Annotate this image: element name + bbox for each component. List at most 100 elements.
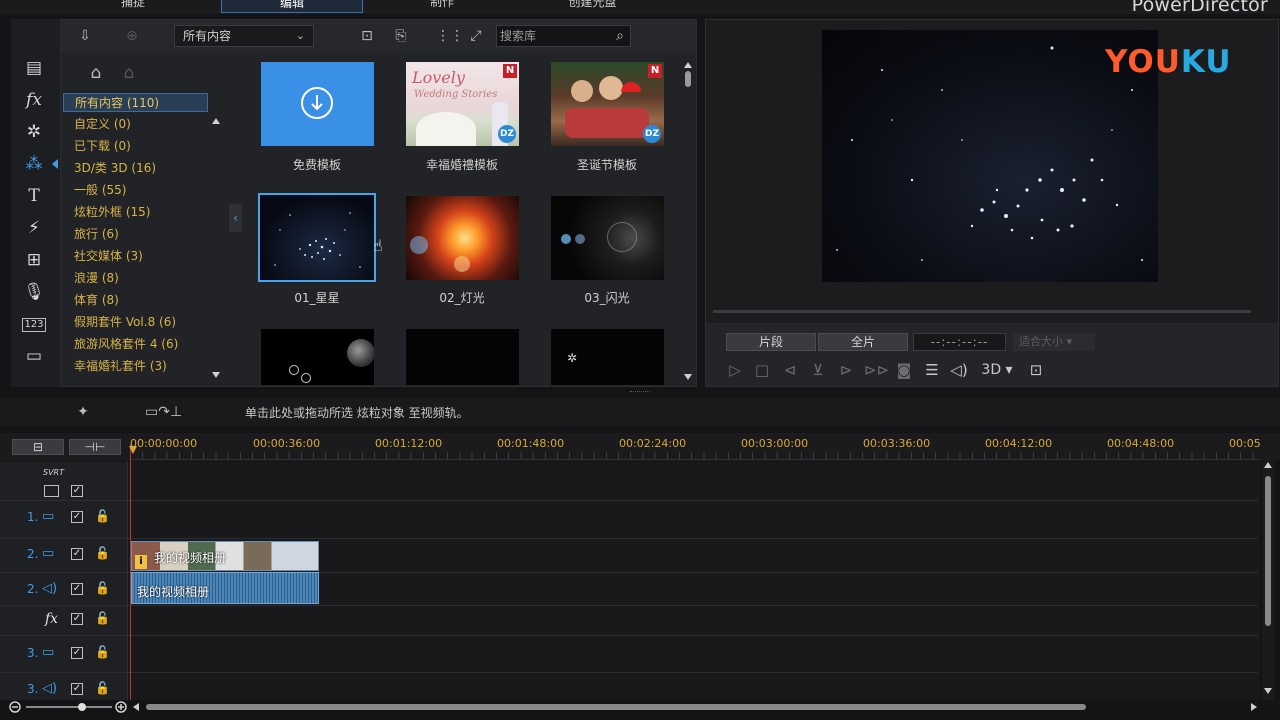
timecode-field[interactable]: --:--:--:-- <box>913 333 1006 351</box>
category-item[interactable]: 社交媒体 (3) <box>63 247 208 266</box>
category-item[interactable]: 已下载 (0) <box>63 137 208 156</box>
library-item-label: 03_闪光 <box>584 291 630 305</box>
category-item[interactable]: 浪漫 (8) <box>63 269 208 288</box>
track-enable-checkbox[interactable]: ✓ <box>71 511 83 523</box>
lock-icon[interactable]: 🔓 <box>95 611 110 625</box>
tab-produce[interactable]: 制作 <box>407 0 477 13</box>
clip-mode-button[interactable]: 片段 <box>726 333 816 351</box>
edit-item-icon[interactable]: ⎘ <box>391 27 411 45</box>
download-globe-icon[interactable]: ⊕ <box>122 27 142 45</box>
timeline-ruler[interactable] <box>130 452 1260 460</box>
category-item[interactable]: 假期套件 Vol.8 (6) <box>63 313 208 332</box>
magic-tools-icon[interactable]: ✦ <box>73 403 93 421</box>
stop-icon[interactable]: □ <box>752 360 772 380</box>
timeline-zoom-slider[interactable] <box>8 700 130 714</box>
next-frame-icon[interactable]: ⊳ <box>836 360 856 380</box>
collapse-panel-handle[interactable]: ‹ <box>229 204 242 232</box>
video-clip[interactable]: i 我的视频相册 <box>131 541 319 571</box>
fx-room-icon[interactable]: fx <box>22 89 46 111</box>
new-item-icon[interactable]: ⊡ <box>357 27 377 45</box>
voice-over-icon[interactable]: 🎙 <box>22 281 46 303</box>
snapshot-icon[interactable]: ◙ <box>894 360 914 380</box>
3d-mode-button[interactable]: 3D ▾ <box>979 360 1015 380</box>
timeline-tick: 00:03:36:00 <box>863 437 931 450</box>
video-clip-label: 我的视频相册 <box>154 551 227 565</box>
library-thumb[interactable] <box>406 329 519 385</box>
playhead-marker[interactable] <box>129 446 137 454</box>
library-thumb[interactable] <box>261 62 374 146</box>
add-tag-icon[interactable]: ⌂ <box>86 64 106 82</box>
tab-capture[interactable]: 捕捉 <box>98 0 168 13</box>
transition-room-icon[interactable]: ⚡ <box>22 217 46 239</box>
subtitles-icon[interactable]: ☰ <box>922 360 942 380</box>
category-item[interactable]: 3D/类 3D (16) <box>63 159 208 178</box>
track-enable-checkbox[interactable]: ✓ <box>71 683 83 695</box>
movie-mode-button[interactable]: 全片 <box>818 333 908 351</box>
library-search-input[interactable]: 搜索库 ⌕ <box>496 25 631 47</box>
category-item[interactable]: 自定义 (0) <box>63 115 208 134</box>
import-icon[interactable]: ⇩ <box>75 27 95 45</box>
chevron-down-icon: ⌄ <box>295 29 305 42</box>
pip-room-icon[interactable]: ✲ <box>22 121 46 143</box>
lock-icon[interactable]: 🔓 <box>95 681 110 695</box>
expand-icon[interactable]: ⤢ <box>466 27 486 45</box>
timeline-vertical-scrollbar[interactable] <box>1262 462 1274 700</box>
grid-view-icon[interactable]: ⋮⋮ <box>436 27 464 45</box>
remove-tag-icon[interactable]: ⌂ <box>119 64 139 82</box>
tab-edit[interactable]: 编辑 <box>221 0 363 13</box>
track-enable-checkbox[interactable]: ✓ <box>71 583 83 595</box>
content-filter-dropdown[interactable]: 所有内容 ⌄ <box>174 25 314 47</box>
panel-resize-handle[interactable] <box>630 391 650 395</box>
preview-scrub-bar[interactable] <box>713 310 1251 313</box>
playhead[interactable] <box>130 444 131 700</box>
library-thumb[interactable] <box>406 196 519 280</box>
library-thumb[interactable] <box>261 329 374 385</box>
particle-room-icon[interactable]: ⁂ <box>22 153 46 175</box>
timeline-horizontal-scrollbar[interactable] <box>130 702 1260 712</box>
subtitle-room-icon[interactable]: ▭ <box>22 345 46 367</box>
fit-size-dropdown[interactable]: 适合大小 ▾ <box>1013 333 1095 351</box>
category-item[interactable]: 一般 (55) <box>63 181 208 200</box>
lock-icon[interactable]: 🔓 <box>95 509 110 523</box>
category-item[interactable]: 幸福婚礼套件 (3) <box>63 357 208 376</box>
volume-icon[interactable]: ◁) <box>949 360 969 380</box>
previous-frame-icon[interactable]: ⊲ <box>780 360 800 380</box>
library-thumb[interactable]: Lovely Wedding Stories N DZ <box>406 62 519 146</box>
track-enable-checkbox[interactable]: ✓ <box>71 647 83 659</box>
library-thumb[interactable] <box>551 196 664 280</box>
split-icon[interactable]: ⊻ <box>808 360 828 380</box>
category-item[interactable]: 体育 (8) <box>63 291 208 310</box>
fit-timeline-button[interactable]: ⊣⊢ <box>69 439 121 455</box>
lock-icon[interactable]: 🔓 <box>95 546 110 560</box>
category-item[interactable]: 旅游风格套件 4 (6) <box>63 335 208 354</box>
category-item-all[interactable]: 所有内容 (110) <box>63 93 208 112</box>
audio-track-icon: ◁) <box>42 581 58 596</box>
library-thumb[interactable]: N DZ <box>551 62 664 146</box>
library-item-label: 圣诞节模板 <box>576 158 637 172</box>
search-icon[interactable]: ⌕ <box>616 26 624 46</box>
track-enable-checkbox[interactable]: ✓ <box>71 613 83 625</box>
category-item[interactable]: 炫粒外框 (15) <box>63 203 208 222</box>
fast-forward-icon[interactable]: ⊳⊳ <box>864 360 889 380</box>
audio-mix-room-icon[interactable]: ⊞ <box>22 249 46 271</box>
category-item[interactable]: 旅行 (6) <box>63 225 208 244</box>
tab-create-disc[interactable]: 创建光盘 <box>545 0 640 13</box>
storyboard-view-button[interactable]: ⊟ <box>12 439 64 455</box>
track-toggle-all[interactable] <box>44 485 59 497</box>
media-room-icon[interactable]: ▤ <box>22 57 46 79</box>
youku-watermark: YOUKU <box>1105 44 1232 80</box>
library-scrollbar[interactable] <box>683 62 693 384</box>
track-enable-checkbox[interactable]: ✓ <box>71 548 83 560</box>
undock-preview-icon[interactable]: ⊡ <box>1026 360 1046 380</box>
lock-icon[interactable]: 🔓 <box>95 645 110 659</box>
chapter-room-icon[interactable]: 123 <box>22 318 46 332</box>
category-scrollbar[interactable] <box>212 118 220 384</box>
library-thumb[interactable]: ✲ <box>551 329 664 385</box>
insert-to-track-icon[interactable]: ▭↷⊥ <box>145 403 209 421</box>
library-thumb-selected[interactable] <box>258 193 376 282</box>
title-room-icon[interactable]: T <box>22 185 46 207</box>
lock-icon[interactable]: 🔓 <box>95 581 110 595</box>
audio-clip[interactable]: 我的视频相册 <box>131 572 319 604</box>
play-icon[interactable]: ▷ <box>725 360 745 380</box>
enable-all-checkbox[interactable]: ✓ <box>71 485 83 497</box>
